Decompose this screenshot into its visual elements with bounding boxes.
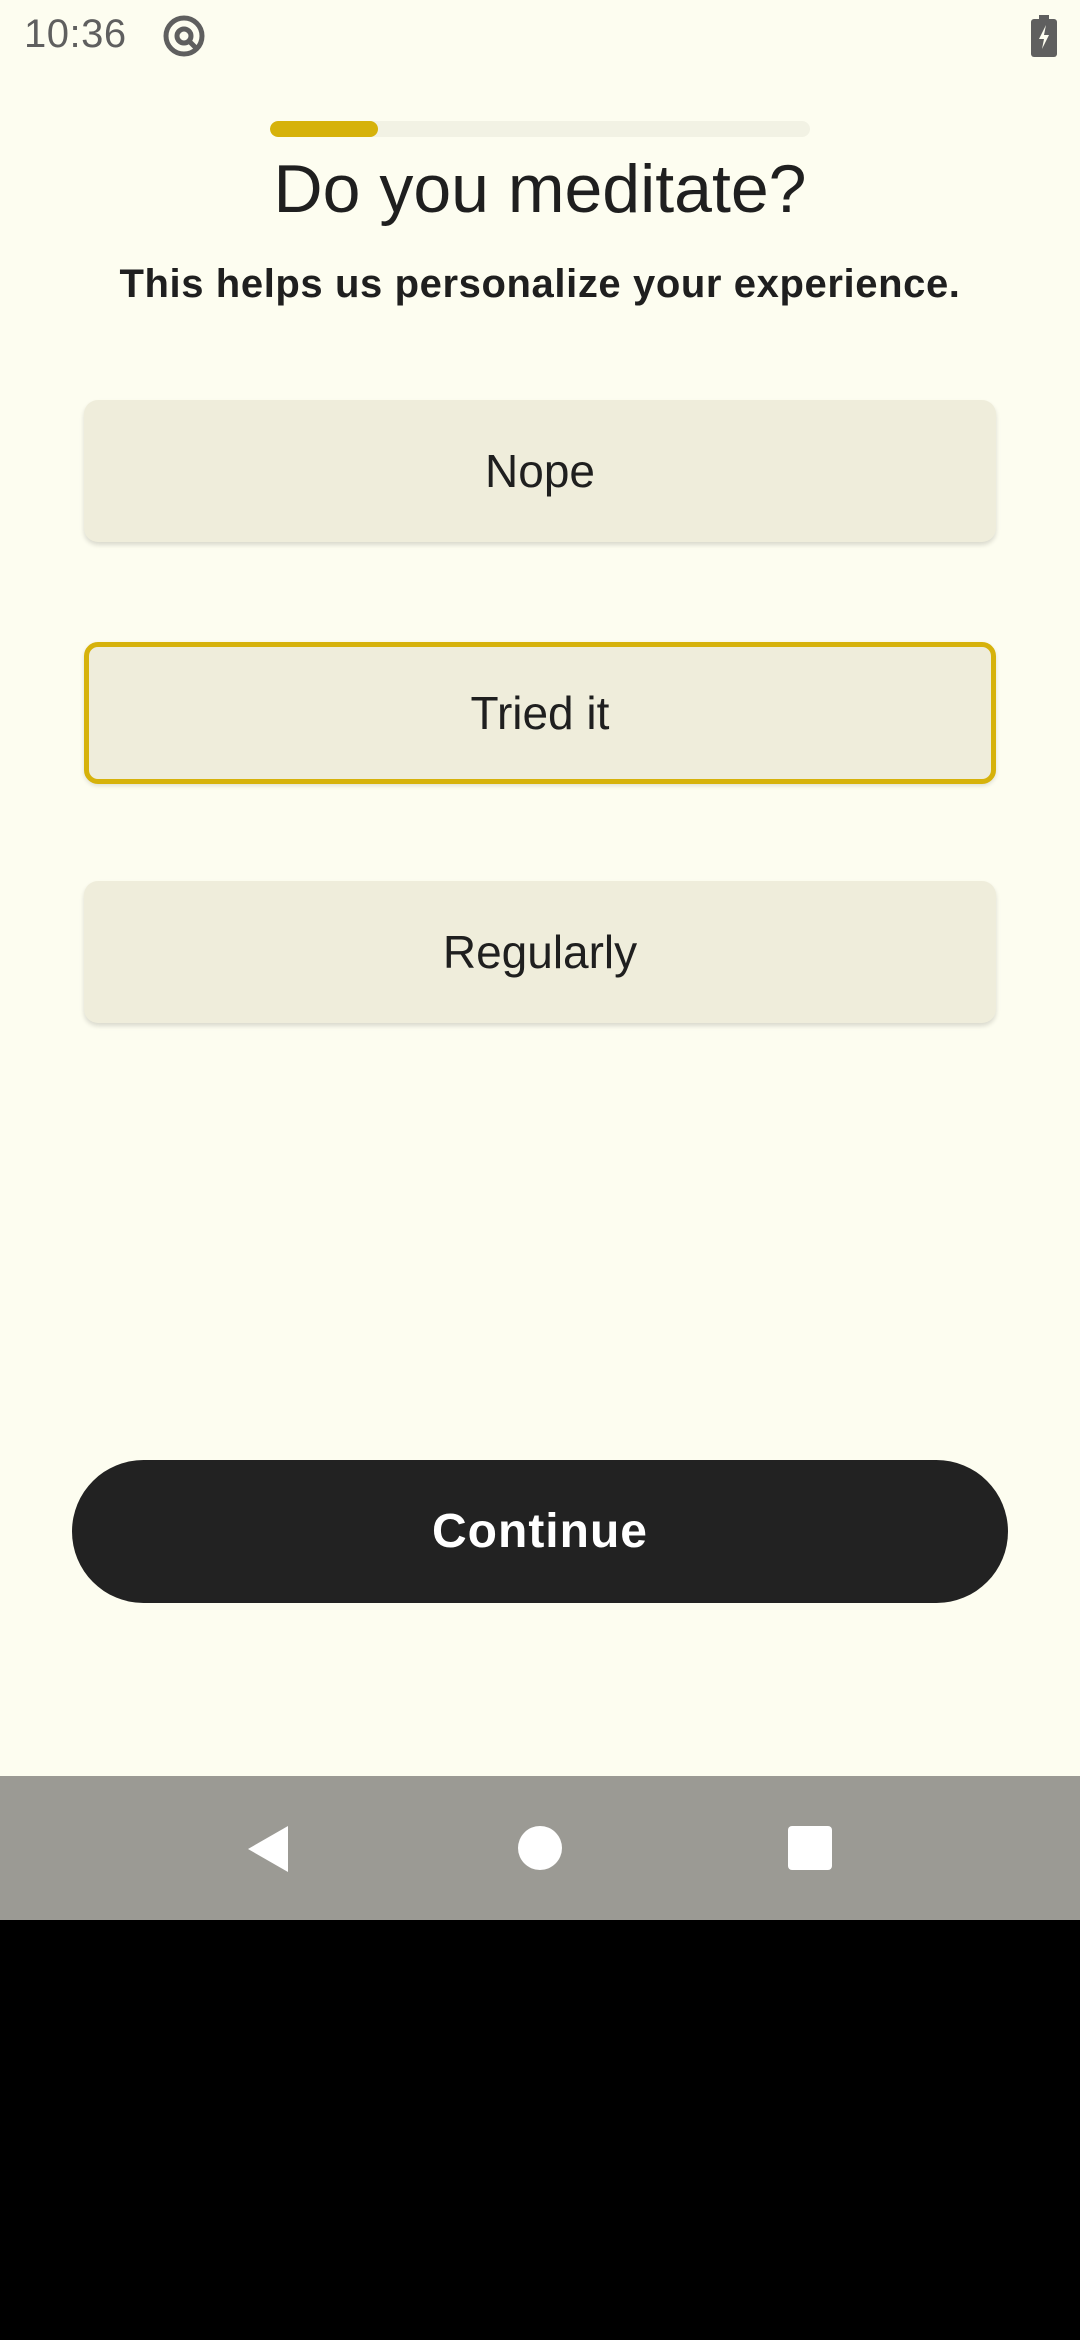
home-circle-icon xyxy=(518,1826,562,1870)
status-bar: 10:36 xyxy=(0,0,1080,72)
option-regularly[interactable]: Regularly xyxy=(84,881,996,1023)
navigation-bar xyxy=(0,1776,1080,1920)
nav-home-button[interactable] xyxy=(480,1776,600,1920)
progress-fill xyxy=(270,121,378,137)
continue-button[interactable]: Continue xyxy=(72,1460,1008,1603)
page-title: Do you meditate? xyxy=(273,151,807,227)
recents-square-icon xyxy=(788,1826,832,1870)
option-nope[interactable]: Nope xyxy=(84,400,996,542)
at-sign-notification-icon xyxy=(163,15,205,57)
back-triangle-icon xyxy=(248,1826,288,1872)
option-label: Nope xyxy=(485,445,595,497)
nav-back-button[interactable] xyxy=(208,1776,328,1920)
option-tried-it[interactable]: Tried it xyxy=(84,642,996,784)
status-time: 10:36 xyxy=(24,12,127,56)
option-label: Tried it xyxy=(470,687,610,739)
page-subtitle: This helps us personalize your experienc… xyxy=(119,262,961,306)
nav-recents-button[interactable] xyxy=(750,1776,870,1920)
option-label: Regularly xyxy=(442,926,638,978)
progress-bar xyxy=(270,121,810,137)
battery-charging-icon xyxy=(1031,15,1057,57)
onboarding-screen: 10:36 Do you meditate? This helps us per… xyxy=(0,0,1080,1776)
continue-label: Continue xyxy=(432,1505,648,1558)
